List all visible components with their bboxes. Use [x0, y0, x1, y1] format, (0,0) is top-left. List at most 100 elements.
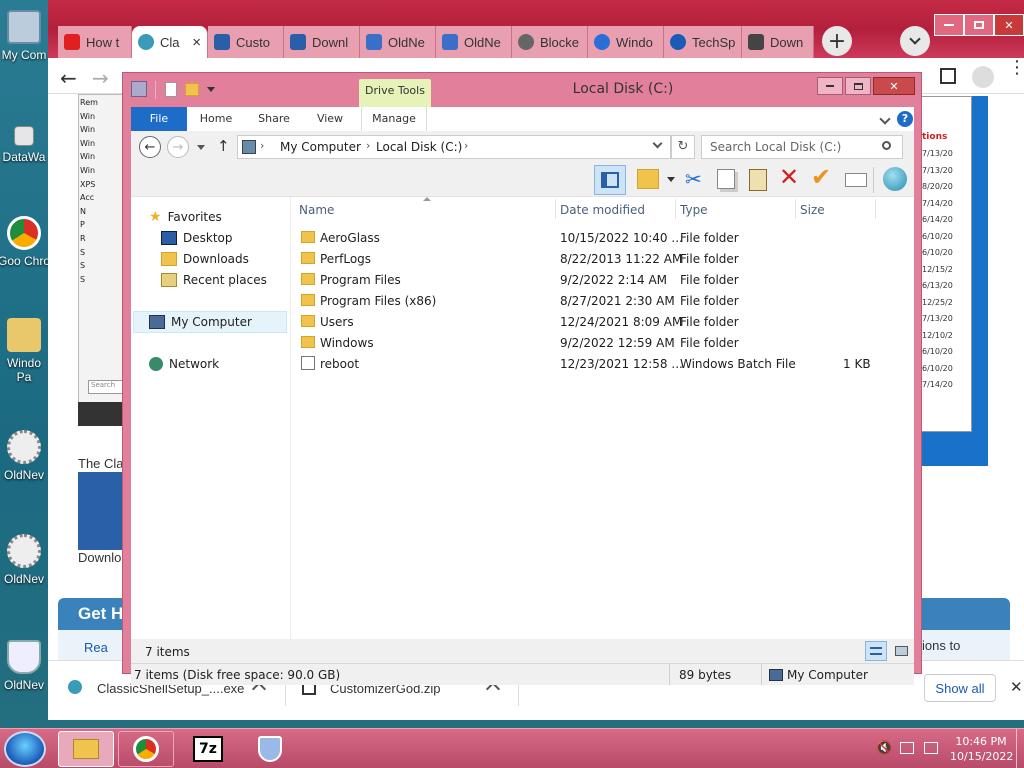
properties-button[interactable]: ✔: [811, 163, 831, 191]
desktop-icon-label: DataWa: [2, 150, 46, 164]
tab-file[interactable]: File: [131, 107, 187, 131]
nav-desktop[interactable]: Desktop: [161, 228, 233, 248]
recent-locations-dropdown[interactable]: [197, 145, 205, 150]
tab-manage[interactable]: Manage: [361, 107, 427, 131]
show-all-button[interactable]: Show all: [924, 674, 996, 702]
browser-maximize-button[interactable]: [964, 14, 994, 36]
desktop-icon-windows-pack[interactable]: Windo Pa: [0, 318, 48, 384]
tab-8[interactable]: TechSp: [664, 26, 742, 58]
close-icon[interactable]: ×: [192, 34, 201, 51]
taskbar-security[interactable]: [242, 731, 298, 767]
menu-button[interactable]: ⋮: [1008, 59, 1024, 77]
new-tab-button[interactable]: +: [822, 26, 852, 56]
nav-favorites[interactable]: ★ Favorites: [149, 207, 222, 227]
file-row-program-files-x86[interactable]: Program Files (x86) 8/27/2021 2:30 AM Fi…: [291, 290, 891, 311]
file-row-reboot[interactable]: reboot 12/23/2021 12:58 ... Windows Batc…: [291, 353, 891, 374]
start-button[interactable]: [4, 731, 46, 767]
desktop-icon-datawa[interactable]: DataWa: [0, 126, 48, 164]
nav-my-computer[interactable]: My Computer: [149, 312, 252, 332]
page-screenshot-search: Search: [88, 380, 124, 394]
tab-7[interactable]: Windo: [588, 26, 664, 58]
forward-button[interactable]: →: [92, 66, 109, 90]
tab-search-button[interactable]: [900, 26, 930, 56]
volume-muted-icon[interactable]: 🔇: [876, 741, 892, 756]
tab-label: Windo: [616, 34, 653, 50]
tab-view[interactable]: View: [305, 107, 355, 131]
search-box[interactable]: Search Local Disk (C:): [701, 135, 903, 159]
taskbar-7zip[interactable]: 7z: [180, 731, 236, 767]
back-button[interactable]: ←: [139, 136, 161, 158]
back-button[interactable]: ←: [60, 66, 77, 90]
desktop-icon-computer[interactable]: My Com: [0, 10, 48, 62]
tab-label: OldNe: [464, 34, 501, 50]
file-row-program-files[interactable]: Program Files 9/2/2022 2:14 AM File fold…: [291, 269, 891, 290]
profile-button[interactable]: [972, 66, 994, 88]
page-bullet-link[interactable]: Rea: [84, 640, 108, 655]
close-button[interactable]: ✕: [873, 77, 915, 95]
copy-button[interactable]: [717, 169, 735, 189]
tab-2[interactable]: Custo: [208, 26, 284, 58]
desktop-icon-oldnew-1[interactable]: OldNev: [0, 430, 48, 482]
delete-button[interactable]: ✕: [779, 163, 799, 191]
page-link-download[interactable]: Downlo: [78, 550, 121, 565]
up-button[interactable]: ↑: [217, 137, 230, 155]
browser-close-button[interactable]: ✕: [994, 14, 1024, 36]
browser-minimize-button[interactable]: [934, 14, 964, 36]
file-name: PerfLogs: [320, 251, 372, 266]
tab-1-active[interactable]: Cla ×: [132, 26, 208, 58]
paste-button[interactable]: [749, 169, 767, 191]
tab-6[interactable]: Blocke: [512, 26, 588, 58]
desktop-icon-oldnew-3[interactable]: OldNev: [0, 640, 48, 692]
column-header-type[interactable]: Type: [680, 203, 708, 217]
large-icons-view-button[interactable]: [891, 641, 913, 661]
action-center-icon[interactable]: [924, 742, 938, 754]
preview-pane-button[interactable]: [594, 165, 626, 195]
maximize-button[interactable]: [845, 77, 871, 95]
chevron-down-icon[interactable]: [652, 138, 663, 149]
organize-dropdown-icon[interactable]: [667, 177, 675, 182]
breadcrumb-local-disk[interactable]: Local Disk (C:): [376, 140, 462, 154]
column-header-name[interactable]: Name: [299, 203, 334, 217]
taskbar-chrome[interactable]: [118, 731, 174, 767]
tab-0[interactable]: How t: [58, 26, 132, 58]
refresh-button[interactable]: ↻: [671, 135, 695, 159]
taskbar-explorer[interactable]: [58, 731, 114, 767]
properties-icon[interactable]: [165, 82, 177, 97]
file-row-users[interactable]: Users 12/24/2021 8:09 AM File folder: [291, 311, 891, 332]
column-header-date[interactable]: Date modified: [560, 203, 645, 217]
file-row-aeroglass[interactable]: AeroGlass 10/15/2022 10:40 ... File fold…: [291, 227, 891, 248]
sidepanel-button[interactable]: [940, 68, 956, 84]
tab-share[interactable]: Share: [249, 107, 299, 131]
tab-9[interactable]: Down: [742, 26, 814, 58]
minimize-button[interactable]: [817, 77, 843, 95]
details-view-button[interactable]: [865, 641, 887, 661]
file-row-windows[interactable]: Windows 9/2/2022 12:59 AM File folder: [291, 332, 891, 353]
breadcrumb-my-computer[interactable]: My Computer: [280, 140, 361, 154]
new-folder-icon[interactable]: [185, 83, 199, 96]
organize-button[interactable]: [637, 169, 659, 189]
rename-button[interactable]: [845, 173, 867, 187]
address-bar[interactable]: › My Computer › Local Disk (C:) ›: [237, 135, 671, 159]
nav-downloads[interactable]: Downloads: [161, 249, 249, 269]
tab-label: Manage: [372, 112, 416, 125]
forward-button[interactable]: →: [167, 136, 189, 158]
clock[interactable]: 10:46 PM 10/15/2022: [950, 734, 1013, 764]
show-desktop-button[interactable]: [1016, 729, 1024, 768]
tab-5[interactable]: OldNe: [436, 26, 512, 58]
tab-home[interactable]: Home: [191, 107, 241, 131]
chevron-down-icon[interactable]: [879, 113, 891, 125]
cut-button[interactable]: ✂: [685, 167, 702, 191]
file-row-perflogs[interactable]: PerfLogs 8/22/2013 11:22 AM File folder: [291, 248, 891, 269]
nav-recent-places[interactable]: Recent places: [161, 270, 267, 290]
nav-network[interactable]: Network: [149, 354, 219, 374]
desktop-icon-chrome[interactable]: Goo Chro: [0, 216, 52, 268]
tab-4[interactable]: OldNe: [360, 26, 436, 58]
help-icon[interactable]: ?: [897, 111, 913, 127]
classic-shell-button[interactable]: [883, 167, 907, 191]
column-header-size[interactable]: Size: [800, 203, 825, 217]
network-status-icon[interactable]: [900, 742, 914, 754]
download-bar-close-button[interactable]: ✕: [1010, 678, 1023, 696]
qat-dropdown-icon[interactable]: [207, 87, 215, 92]
desktop-icon-oldnew-2[interactable]: OldNev: [0, 534, 48, 586]
tab-3[interactable]: Downl: [284, 26, 360, 58]
